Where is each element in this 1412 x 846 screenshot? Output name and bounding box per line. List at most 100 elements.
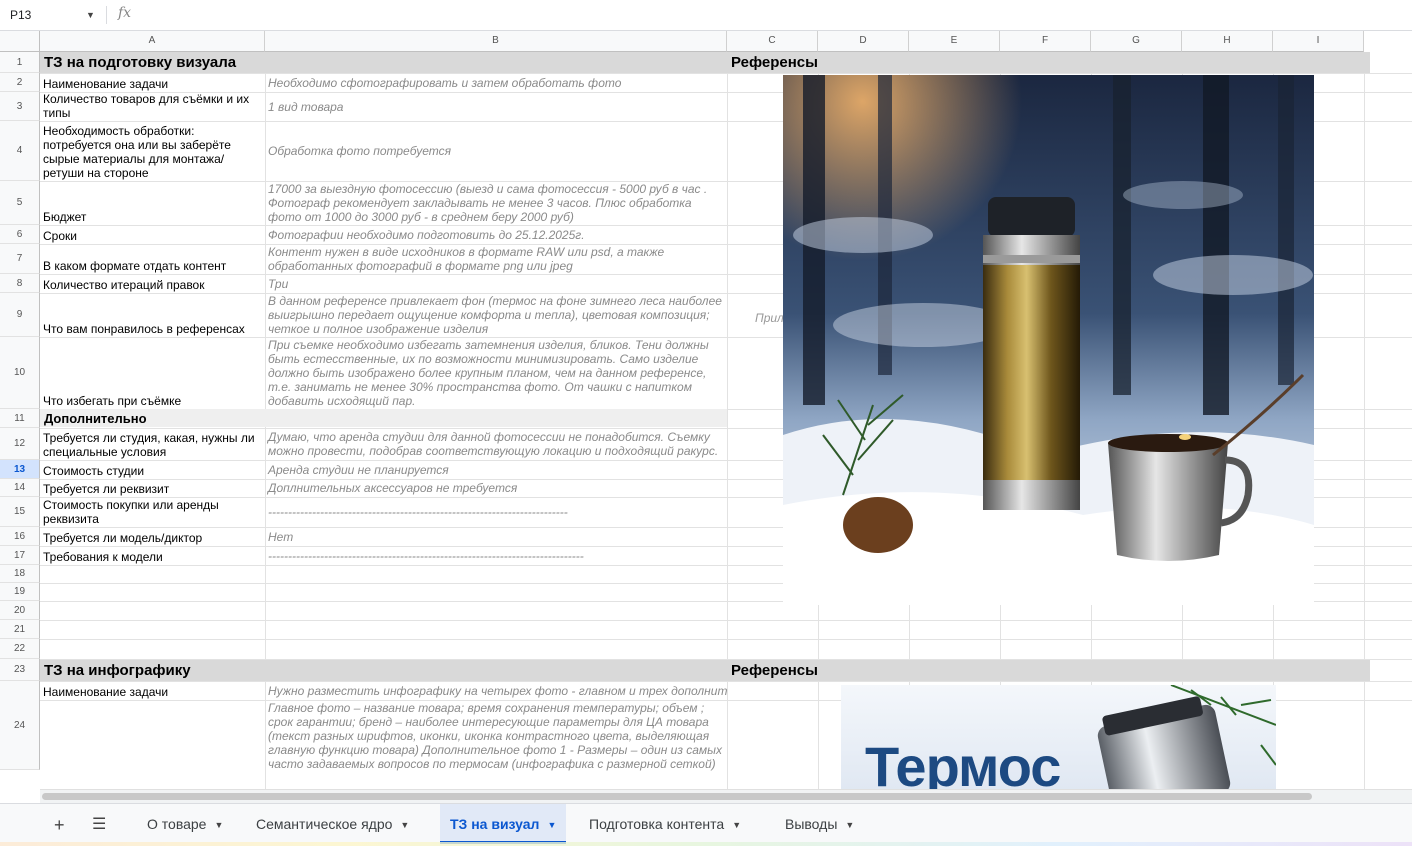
row-header-21[interactable]: 21 <box>0 620 40 639</box>
row-header-8[interactable]: 8 <box>0 274 40 293</box>
cell-value[interactable]: В данном референсе привлекает фон (термо… <box>265 293 727 337</box>
row-header-3[interactable]: 3 <box>0 92 40 121</box>
chevron-down-icon[interactable]: ▼ <box>845 805 854 845</box>
list-icon[interactable]: ☰ <box>92 815 106 835</box>
cell-value[interactable]: ----------------------------------------… <box>265 546 727 565</box>
column-header-g[interactable]: G <box>1091 31 1182 52</box>
truncated-text: Прил <box>755 311 784 325</box>
cell-label[interactable]: Наименование задачи <box>40 73 265 92</box>
cell-value[interactable]: Фотографии необходимо подготовить до 25.… <box>265 225 727 244</box>
sheet-tab-label: Подготовка контента <box>589 816 725 832</box>
chevron-down-icon[interactable]: ▼ <box>86 6 95 24</box>
references-title-2: Референсы <box>731 662 818 679</box>
cell-label[interactable]: Требования к модели <box>40 546 265 565</box>
column-header-b[interactable]: B <box>265 31 727 52</box>
section-header-band <box>40 52 1370 73</box>
row-header-18[interactable]: 18 <box>0 565 40 583</box>
cell-value[interactable]: Главное фото – название товара; время со… <box>265 701 727 789</box>
row-header-24[interactable]: 24 <box>0 681 40 770</box>
cell-label[interactable]: Бюджет <box>40 181 265 225</box>
cell-value[interactable]: 17000 за выездную фотосессию (выезд и са… <box>265 181 727 225</box>
row-header-17[interactable]: 17 <box>0 546 40 565</box>
section-header-band-2 <box>40 660 1370 681</box>
reference-photo-thermos[interactable] <box>783 75 1314 605</box>
sheet-tab-4[interactable]: Подготовка контента ▼ <box>579 804 751 844</box>
cell-label[interactable]: Что избегать при съёмке <box>40 337 265 409</box>
formula-bar: P13 ▼ fx <box>0 0 1412 31</box>
row-header-4[interactable]: 4 <box>0 121 40 181</box>
row-header-1[interactable]: 1 <box>0 52 40 73</box>
row-header-23[interactable]: 23 <box>0 659 40 681</box>
cell-label[interactable]: Количество итераций правок <box>40 274 265 293</box>
cell-value[interactable]: Нет <box>265 527 727 546</box>
column-header-a[interactable]: A <box>40 31 265 52</box>
column-header-i[interactable]: I <box>1273 31 1364 52</box>
row-header-2[interactable]: 2 <box>0 73 40 92</box>
cell-value[interactable]: 1 вид товара <box>265 92 727 121</box>
cell-value[interactable]: Необходимо сфотографировать и затем обра… <box>265 73 727 92</box>
cell-label[interactable]: Стоимость студии <box>40 460 265 479</box>
row-header-19[interactable]: 19 <box>0 583 40 601</box>
cell-label[interactable]: Наименование задачи <box>40 683 265 701</box>
references-title: Референсы <box>731 54 818 71</box>
row-header-12[interactable]: 12 <box>0 428 40 460</box>
cell-value[interactable]: Нужно разместить инфографику на четырех … <box>265 683 727 701</box>
chevron-down-icon[interactable]: ▼ <box>547 805 556 845</box>
cell-value[interactable]: При съемке необходимо избегать затемнени… <box>265 337 727 409</box>
row-header-6[interactable]: 6 <box>0 225 40 244</box>
cell-value[interactable]: Аренда студии не планируется <box>265 460 727 479</box>
thermos-photo-icon <box>783 75 1314 605</box>
column-header-c[interactable]: C <box>727 31 818 52</box>
column-header-e[interactable]: E <box>909 31 1000 52</box>
horizontal-scrollbar[interactable] <box>40 789 1412 803</box>
grid-line <box>40 639 1412 640</box>
cell-label[interactable]: Сроки <box>40 225 265 244</box>
sheet-tab-3[interactable]: ТЗ на визуал ▼ <box>440 804 567 845</box>
cell-value[interactable]: ----------------------------------------… <box>265 497 727 527</box>
plus-icon[interactable]: + <box>54 815 65 835</box>
cell-label[interactable]: В каком формате отдать контент <box>40 244 265 274</box>
sheet-tab-2[interactable]: Семантическое ядро ▼ <box>246 804 419 844</box>
decorative-strip <box>0 842 1412 846</box>
cell-label[interactable]: Требуется ли модель/диктор <box>40 527 265 546</box>
cell-value[interactable]: Контент нужен в виде исходников в формат… <box>265 244 727 274</box>
row-header-9[interactable]: 9 <box>0 293 40 337</box>
cell-value[interactable]: Обработка фото потребуется <box>265 121 727 181</box>
row-header-14[interactable]: 14 <box>0 479 40 497</box>
column-header-h[interactable]: H <box>1182 31 1273 52</box>
reference-infographic[interactable]: Термос <box>841 685 1276 789</box>
cell-label[interactable]: Количество товаров для съёмки и их типы <box>40 92 265 121</box>
row-header-13[interactable]: 13 <box>0 460 40 479</box>
row-header-16[interactable]: 16 <box>0 527 40 546</box>
row-header-10[interactable]: 10 <box>0 337 40 409</box>
fx-icon: fx <box>118 5 132 21</box>
sheet-tab-5[interactable]: Выводы ▼ <box>775 804 864 844</box>
separator <box>106 6 107 24</box>
row-header-5[interactable]: 5 <box>0 181 40 225</box>
select-all-corner[interactable] <box>0 31 40 52</box>
row-header-11[interactable]: 11 <box>0 409 40 428</box>
row-header-7[interactable]: 7 <box>0 244 40 274</box>
row-header-15[interactable]: 15 <box>0 497 40 527</box>
cell-label[interactable]: Необходимость обработки: потребуется она… <box>40 121 265 181</box>
chevron-down-icon[interactable]: ▼ <box>400 805 409 845</box>
sheet-tab-1[interactable]: О товаре ▼ <box>137 804 233 844</box>
cell-value[interactable]: Доплнительных аксессуаров не требуется <box>265 479 727 497</box>
cell-value[interactable]: Думаю, что аренда студии для данной фото… <box>265 428 727 460</box>
cell-label[interactable]: Требуется ли студия, какая, нужны ли спе… <box>40 428 265 460</box>
sheet-tab-label: Выводы <box>785 816 838 832</box>
chevron-down-icon[interactable]: ▼ <box>732 805 741 845</box>
column-header-d[interactable]: D <box>818 31 909 52</box>
row-header-22[interactable]: 22 <box>0 639 40 659</box>
row-header-20[interactable]: 20 <box>0 601 40 620</box>
cell-label[interactable]: Стоимость покупки или аренды реквизита <box>40 497 265 527</box>
cell-label[interactable]: Требуется ли реквизит <box>40 479 265 497</box>
scrollbar-thumb[interactable] <box>42 793 1312 800</box>
chevron-down-icon[interactable]: ▼ <box>214 805 223 845</box>
sheet-grid[interactable]: ТЗ на подготовку визуала Референсы Наиме… <box>40 52 1412 789</box>
name-box[interactable]: P13 ▼ <box>10 6 100 24</box>
cell-value[interactable]: Три <box>265 274 727 293</box>
column-header-f[interactable]: F <box>1000 31 1091 52</box>
cell-label[interactable]: Что вам понравилось в референсах <box>40 293 265 337</box>
subsection-title: Дополнительно <box>44 411 147 426</box>
